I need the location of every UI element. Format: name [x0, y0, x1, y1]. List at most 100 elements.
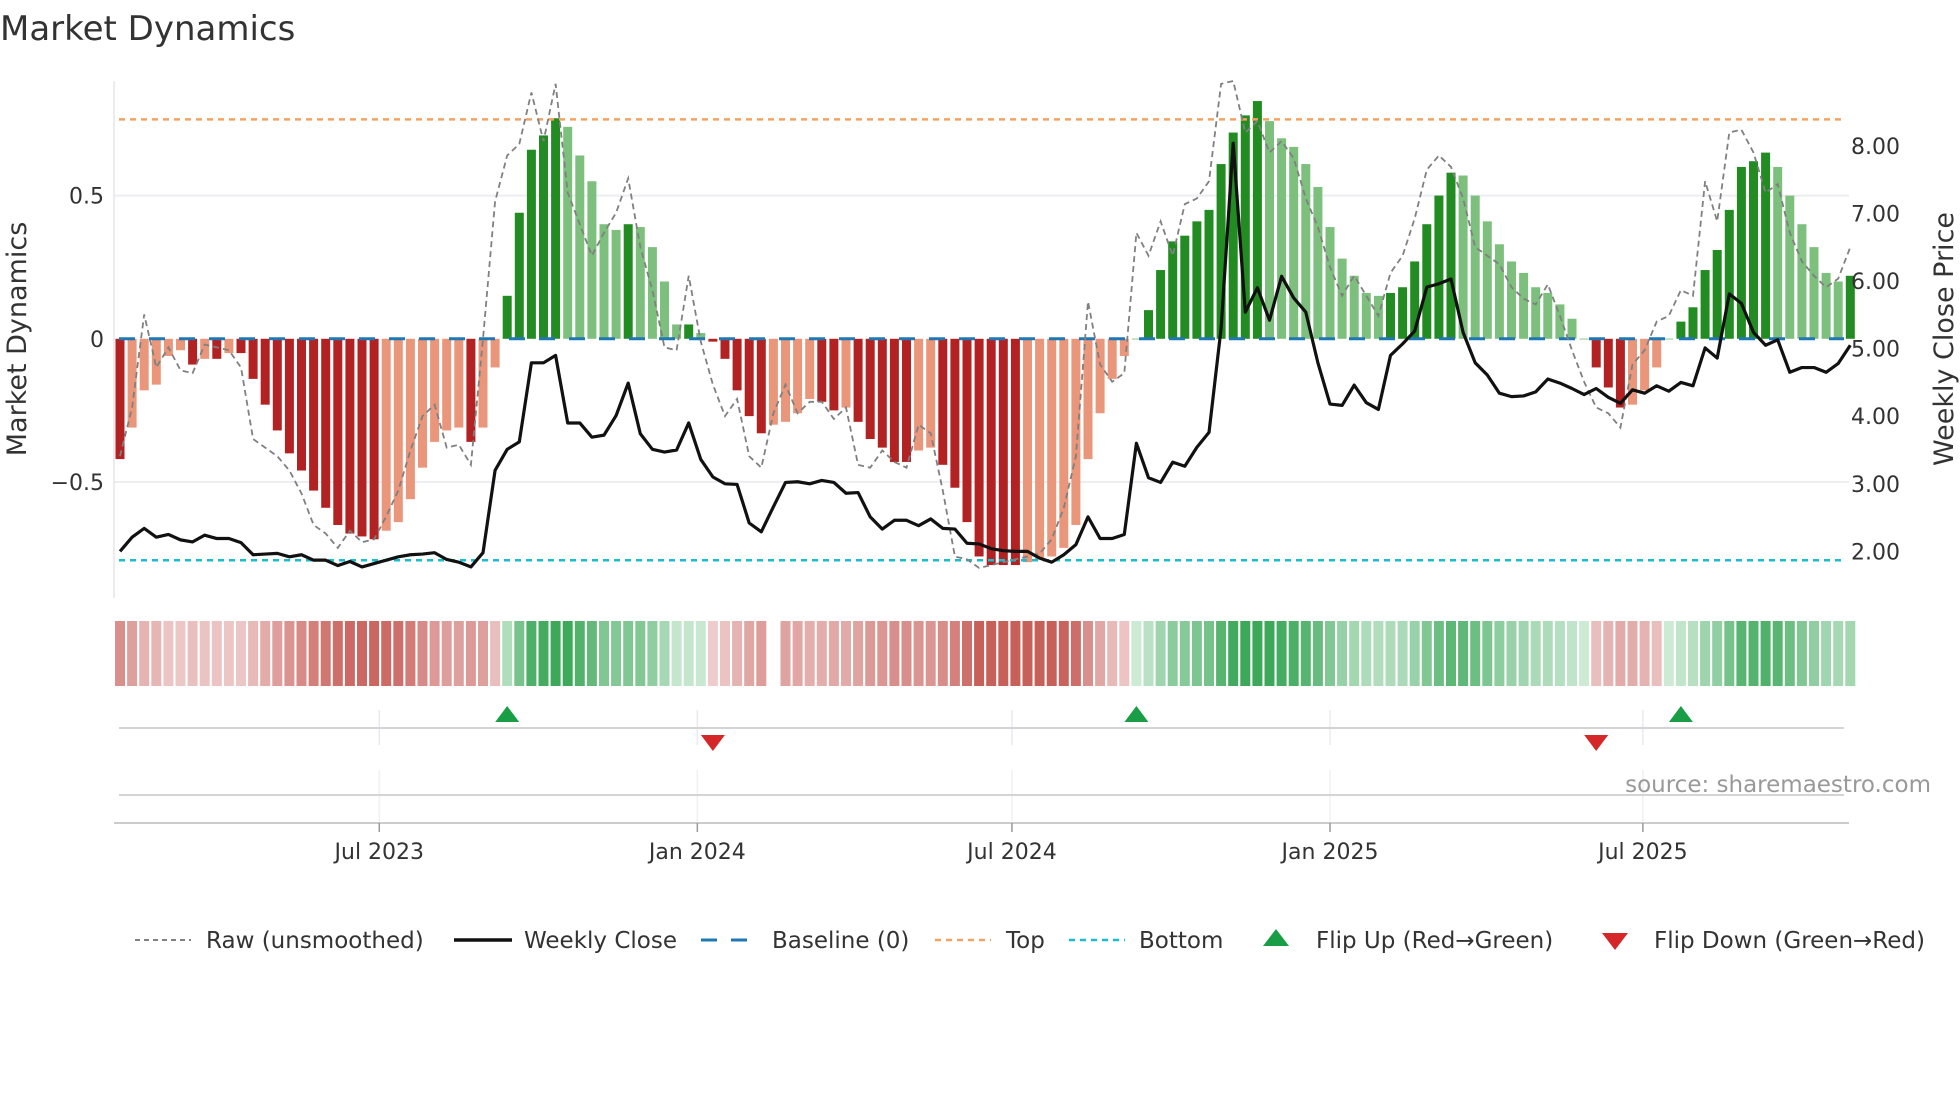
- bar: [732, 338, 742, 391]
- strip-cell: [1542, 621, 1553, 686]
- bar: [853, 338, 863, 422]
- strip-cell: [1119, 621, 1130, 686]
- bar: [877, 338, 887, 448]
- strip-cell: [1458, 621, 1469, 686]
- strip-cell: [1554, 621, 1565, 686]
- strip-cell: [695, 621, 706, 686]
- strip-cell: [1772, 621, 1783, 686]
- bar: [1543, 292, 1553, 339]
- strip-cell: [187, 621, 198, 686]
- strip-cell: [1361, 621, 1372, 686]
- strip-cell: [780, 621, 791, 686]
- bar: [551, 118, 561, 339]
- bar: [962, 338, 972, 523]
- line-series: [118, 79, 1852, 569]
- bar: [1519, 272, 1529, 339]
- bar: [297, 338, 306, 471]
- strip-cell: [393, 621, 404, 686]
- bar: [1724, 209, 1734, 339]
- legend-item-top: Top: [935, 928, 1045, 954]
- bar: [914, 338, 924, 451]
- strip-cell: [1252, 621, 1263, 686]
- strip-cell: [1482, 621, 1493, 686]
- source-note: source: sharemaestro.com: [1625, 772, 1931, 798]
- bar: [345, 338, 355, 534]
- y2-tick-label: 7.00: [1851, 202, 1900, 227]
- strip-cell: [1204, 621, 1214, 686]
- strip-cell: [889, 621, 900, 686]
- strip-cell: [925, 621, 936, 686]
- strip-cell: [1506, 621, 1517, 686]
- strip-cell: [478, 621, 488, 686]
- strip-cell: [284, 621, 295, 686]
- flip-up-marker: [495, 706, 520, 722]
- bar: [1603, 338, 1613, 388]
- bar: [563, 126, 573, 339]
- bar: [1192, 221, 1202, 339]
- legend-label-baseline: Baseline (0): [772, 928, 909, 954]
- bar: [1797, 224, 1807, 339]
- bar: [1531, 287, 1541, 339]
- bar: [1434, 195, 1444, 339]
- strip-cell: [1240, 621, 1251, 686]
- strip-cell: [260, 621, 271, 686]
- flip-panel: [119, 706, 1844, 822]
- bar: [260, 338, 270, 405]
- bar: [805, 338, 815, 399]
- strip-cell: [441, 621, 452, 686]
- bar: [950, 338, 960, 488]
- bar: [309, 338, 319, 491]
- strip-cell: [1107, 621, 1118, 686]
- bar: [1289, 146, 1299, 339]
- bar: [1325, 227, 1335, 339]
- bar: [926, 338, 936, 448]
- strip-cell: [417, 621, 428, 686]
- bar: [1676, 321, 1686, 339]
- strip-cell: [236, 621, 246, 686]
- bar: [1107, 338, 1117, 379]
- strip-cell: [998, 621, 1009, 686]
- flip-down-marker: [1584, 735, 1609, 751]
- strip-cell: [1034, 621, 1045, 686]
- strip-cell: [1446, 621, 1456, 686]
- strip-cell: [1373, 621, 1384, 686]
- bar: [1567, 318, 1577, 339]
- bar: [1712, 249, 1722, 339]
- strip-cell: [1421, 621, 1432, 686]
- bar: [1386, 292, 1395, 339]
- bar: [236, 338, 246, 354]
- x-axis-ticks: Jul 2023 Jan 2024 Jul 2024 Jan 2025 Jul 2025: [333, 823, 1688, 865]
- bar: [623, 224, 633, 339]
- y2-tick-label: 4.00: [1851, 405, 1900, 430]
- strip-cell: [1300, 621, 1311, 686]
- bar: [1010, 338, 1020, 566]
- strip-cell: [1131, 621, 1142, 686]
- strip-cell: [1591, 621, 1602, 686]
- strip-cell: [1821, 621, 1832, 686]
- strip-cell: [1700, 621, 1711, 686]
- strip-cell: [1046, 621, 1057, 686]
- chart-title: Market Dynamics: [0, 9, 295, 49]
- bar: [248, 338, 258, 379]
- strip-cell: [707, 621, 718, 686]
- strip-cell: [1070, 621, 1081, 686]
- strip-cell: [671, 621, 682, 686]
- bar: [756, 338, 766, 434]
- strip-cell: [913, 621, 924, 686]
- bar: [986, 338, 996, 566]
- strip-cell: [199, 621, 210, 686]
- x-tick-label: Jul 2024: [965, 840, 1057, 865]
- legend-label-flip-down: Flip Down (Green→Red): [1654, 928, 1925, 954]
- legend-item-raw: Raw (unsmoothed): [135, 928, 424, 954]
- strip-cell: [1627, 621, 1638, 686]
- y2-tick-label: 8.00: [1851, 135, 1900, 160]
- strip-cell: [1639, 621, 1650, 686]
- strip-cell: [1603, 621, 1614, 686]
- strip-cell: [828, 621, 839, 686]
- strip-cell: [1567, 621, 1577, 686]
- strip-cell: [1325, 621, 1335, 686]
- flip-down-marker: [700, 735, 725, 751]
- bar: [139, 338, 149, 391]
- bar: [176, 338, 185, 351]
- bar: [708, 338, 718, 342]
